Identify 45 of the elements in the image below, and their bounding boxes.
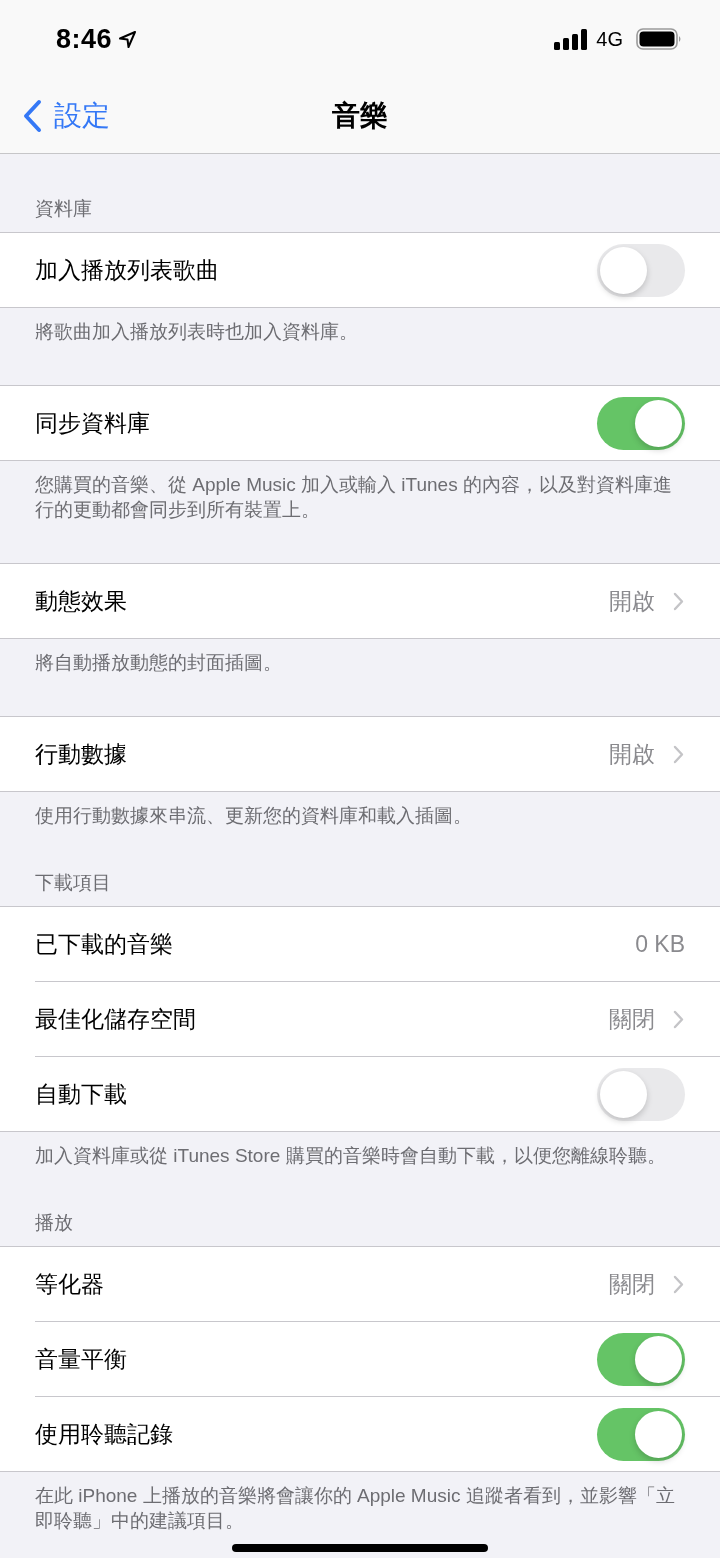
row-label: 音量平衡 xyxy=(35,1344,127,1374)
chevron-right-icon xyxy=(673,1009,684,1029)
settings-row[interactable]: 最佳化儲存空間 關閉 xyxy=(0,982,720,1056)
row-label: 使用聆聽記錄 xyxy=(35,1419,173,1449)
chevron-right-icon xyxy=(673,591,684,611)
row-value: 開啟 xyxy=(609,739,655,769)
row-label: 最佳化儲存空間 xyxy=(35,1004,196,1034)
row-value: 開啟 xyxy=(609,586,655,616)
row-label: 同步資料庫 xyxy=(35,408,150,438)
chevron-left-icon xyxy=(22,98,42,133)
section-header: 播放 xyxy=(35,1211,74,1235)
row-label: 行動數據 xyxy=(35,739,127,769)
row-label: 加入播放列表歌曲 xyxy=(35,255,219,285)
toggle-switch[interactable] xyxy=(597,1407,685,1461)
location-arrow-icon xyxy=(118,29,138,49)
settings-row[interactable]: 動態效果 開啟 xyxy=(0,564,720,638)
section-footer: 加入資料庫或從 iTunes Store 購買的音樂時會自動下載，以便您離線聆聽。 xyxy=(35,1143,680,1168)
section-footer: 使用行動數據來串流、更新您的資料庫和載入插圖。 xyxy=(35,803,680,828)
signal-icon xyxy=(554,28,588,50)
row-label: 動態效果 xyxy=(35,586,127,616)
chevron-right-icon xyxy=(673,744,684,764)
chevron-right-icon xyxy=(673,1274,684,1294)
status-time: 8:46 xyxy=(56,22,113,56)
settings-row[interactable]: 行動數據 開啟 xyxy=(0,717,720,791)
section-header: 下載項目 xyxy=(35,871,112,895)
network-label: 4G xyxy=(596,27,623,52)
toggle-switch[interactable] xyxy=(597,243,685,297)
row-label: 等化器 xyxy=(35,1269,104,1299)
page-title: 音樂 xyxy=(332,98,388,133)
row-value: 關閉 xyxy=(609,1269,655,1299)
section-footer: 在此 iPhone 上播放的音樂將會讓你的 Apple Music 追蹤者看到，並影響「立即聆聽」中的建議項目。 xyxy=(35,1483,680,1533)
row-value: 0 KB xyxy=(635,929,685,959)
toggle-switch[interactable] xyxy=(597,1332,685,1386)
battery-icon xyxy=(636,28,682,50)
back-button[interactable]: 設定 xyxy=(0,94,110,137)
row-label: 自動下載 xyxy=(35,1079,127,1109)
section-footer: 將自動播放動態的封面插圖。 xyxy=(35,650,680,675)
toggle-switch[interactable] xyxy=(597,396,685,450)
row-value: 關閉 xyxy=(609,1004,655,1034)
settings-row[interactable]: 等化器 關閉 xyxy=(0,1247,720,1321)
section-footer: 您購買的音樂、從 Apple Music 加入或輸入 iTunes 的內容，以及對資料庫進行的更動都會同步到所有裝置上。 xyxy=(35,472,680,522)
section-header: 資料庫 xyxy=(35,197,93,221)
section-footer: 將歌曲加入播放列表時也加入資料庫。 xyxy=(35,319,680,344)
toggle-switch[interactable] xyxy=(597,1067,685,1121)
row-label: 已下載的音樂 xyxy=(35,929,173,959)
